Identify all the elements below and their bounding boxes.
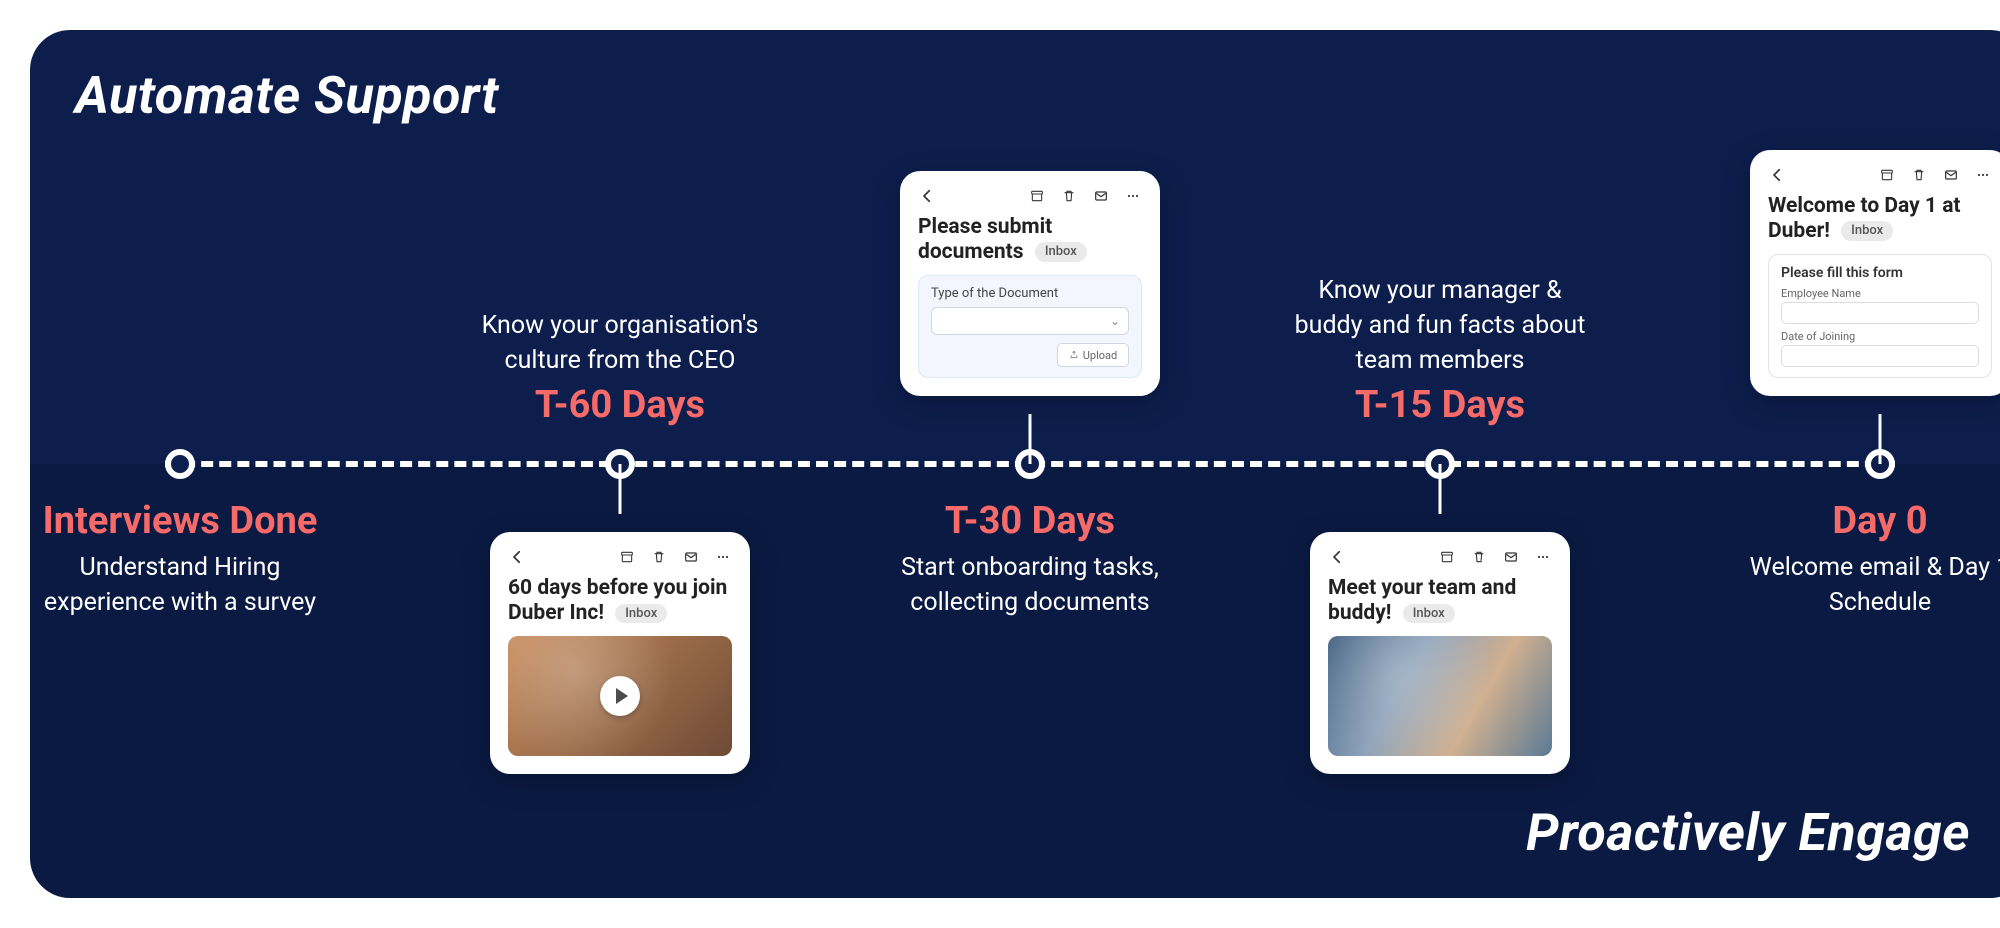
team-photo-thumbnail: [1328, 636, 1552, 756]
email-card-t60: 60 days before you join Duber Inc! Inbox: [490, 532, 750, 774]
field-label-doj: Date of Joining: [1781, 330, 1979, 343]
milestone-desc: Understand Hiring experience with a surv…: [30, 550, 330, 620]
section-heading-top: Automate Support: [75, 65, 499, 126]
back-icon[interactable]: [918, 187, 936, 205]
milestone-desc: Start onboarding tasks, collecting docum…: [880, 550, 1180, 620]
upload-label: Upload: [1083, 349, 1117, 362]
milestone-day0-card: Welcome to Day 1 at Duber! Inbox Please …: [1730, 150, 2000, 464]
more-icon[interactable]: [1534, 548, 1552, 566]
mail-icon[interactable]: [1502, 548, 1520, 566]
milestone-t60-card: 60 days before you join Duber Inc! Inbox: [470, 464, 770, 774]
field-label-name: Employee Name: [1781, 287, 1979, 300]
milestone-t30-card: Please submit documents Inbox Type of th…: [880, 171, 1180, 464]
email-subject: Meet your team and buddy! Inbox: [1328, 576, 1552, 626]
card-toolbar: [1768, 166, 1992, 184]
onboarding-timeline: Automate Support Proactively Engage Inte…: [30, 30, 2000, 898]
milestone-t15-card: Meet your team and buddy! Inbox: [1290, 464, 1590, 774]
video-thumbnail[interactable]: [508, 636, 732, 756]
inbox-pill: Inbox: [1841, 221, 1893, 241]
mail-icon[interactable]: [1092, 187, 1110, 205]
mail-icon[interactable]: [682, 548, 700, 566]
section-heading-bottom: Proactively Engage: [1526, 802, 1970, 863]
trash-icon[interactable]: [1910, 166, 1928, 184]
inbox-pill: Inbox: [1403, 604, 1455, 624]
milestone-title: T-60 Days: [470, 384, 770, 428]
email-subject: 60 days before you join Duber Inc! Inbox: [508, 576, 732, 626]
upload-button[interactable]: Upload: [1057, 343, 1129, 367]
card-toolbar: [918, 187, 1142, 205]
upload-form: Type of the Document ⌄ Upload: [918, 275, 1142, 378]
milestone-desc: Know your manager & buddy and fun facts …: [1290, 273, 1590, 378]
field-label: Type of the Document: [931, 286, 1129, 301]
mail-icon[interactable]: [1942, 166, 1960, 184]
milestone-desc: Know your organisation's culture from th…: [470, 308, 770, 378]
trash-icon[interactable]: [1060, 187, 1078, 205]
card-toolbar: [1328, 548, 1552, 566]
milestone-t30-text: T-30 Days Start onboarding tasks, collec…: [880, 464, 1180, 626]
milestone-day0-text: Day 0 Welcome email & Day 1 Schedule: [1730, 464, 2000, 626]
more-icon[interactable]: [1974, 166, 1992, 184]
milestone-title: T-15 Days: [1290, 384, 1590, 428]
email-subject: Welcome to Day 1 at Duber! Inbox: [1768, 194, 1992, 244]
email-subject-text: Please submit documents: [918, 215, 1052, 264]
inbox-pill: Inbox: [1035, 242, 1087, 262]
archive-icon[interactable]: [1028, 187, 1046, 205]
play-icon[interactable]: [600, 676, 640, 716]
document-type-select[interactable]: ⌄: [931, 307, 1129, 335]
milestone-desc: Welcome email & Day 1 Schedule: [1730, 550, 2000, 620]
milestone-title: T-30 Days: [880, 500, 1180, 544]
more-icon[interactable]: [714, 548, 732, 566]
card-toolbar: [508, 548, 732, 566]
form-title: Please fill this form: [1781, 265, 1979, 281]
milestone-title: Day 0: [1730, 500, 2000, 544]
back-icon[interactable]: [508, 548, 526, 566]
more-icon[interactable]: [1124, 187, 1142, 205]
email-card-t15: Meet your team and buddy! Inbox: [1310, 532, 1570, 774]
back-icon[interactable]: [1328, 548, 1346, 566]
email-card-t30: Please submit documents Inbox Type of th…: [900, 171, 1160, 396]
milestone-title: Interviews Done: [30, 500, 330, 544]
trash-icon[interactable]: [1470, 548, 1488, 566]
date-of-joining-input[interactable]: [1781, 345, 1979, 367]
milestone-t15-text: Know your manager & buddy and fun facts …: [1290, 267, 1590, 464]
day1-form: Please fill this form Employee Name Date…: [1768, 254, 1992, 378]
archive-icon[interactable]: [618, 548, 636, 566]
milestone-t60-text: Know your organisation's culture from th…: [470, 302, 770, 464]
back-icon[interactable]: [1768, 166, 1786, 184]
trash-icon[interactable]: [650, 548, 668, 566]
milestone-interviews: Interviews Done Understand Hiring experi…: [30, 464, 330, 626]
employee-name-input[interactable]: [1781, 302, 1979, 324]
inbox-pill: Inbox: [615, 604, 667, 624]
archive-icon[interactable]: [1878, 166, 1896, 184]
archive-icon[interactable]: [1438, 548, 1456, 566]
email-subject: Please submit documents Inbox: [918, 215, 1142, 265]
email-card-day0: Welcome to Day 1 at Duber! Inbox Please …: [1750, 150, 2000, 396]
